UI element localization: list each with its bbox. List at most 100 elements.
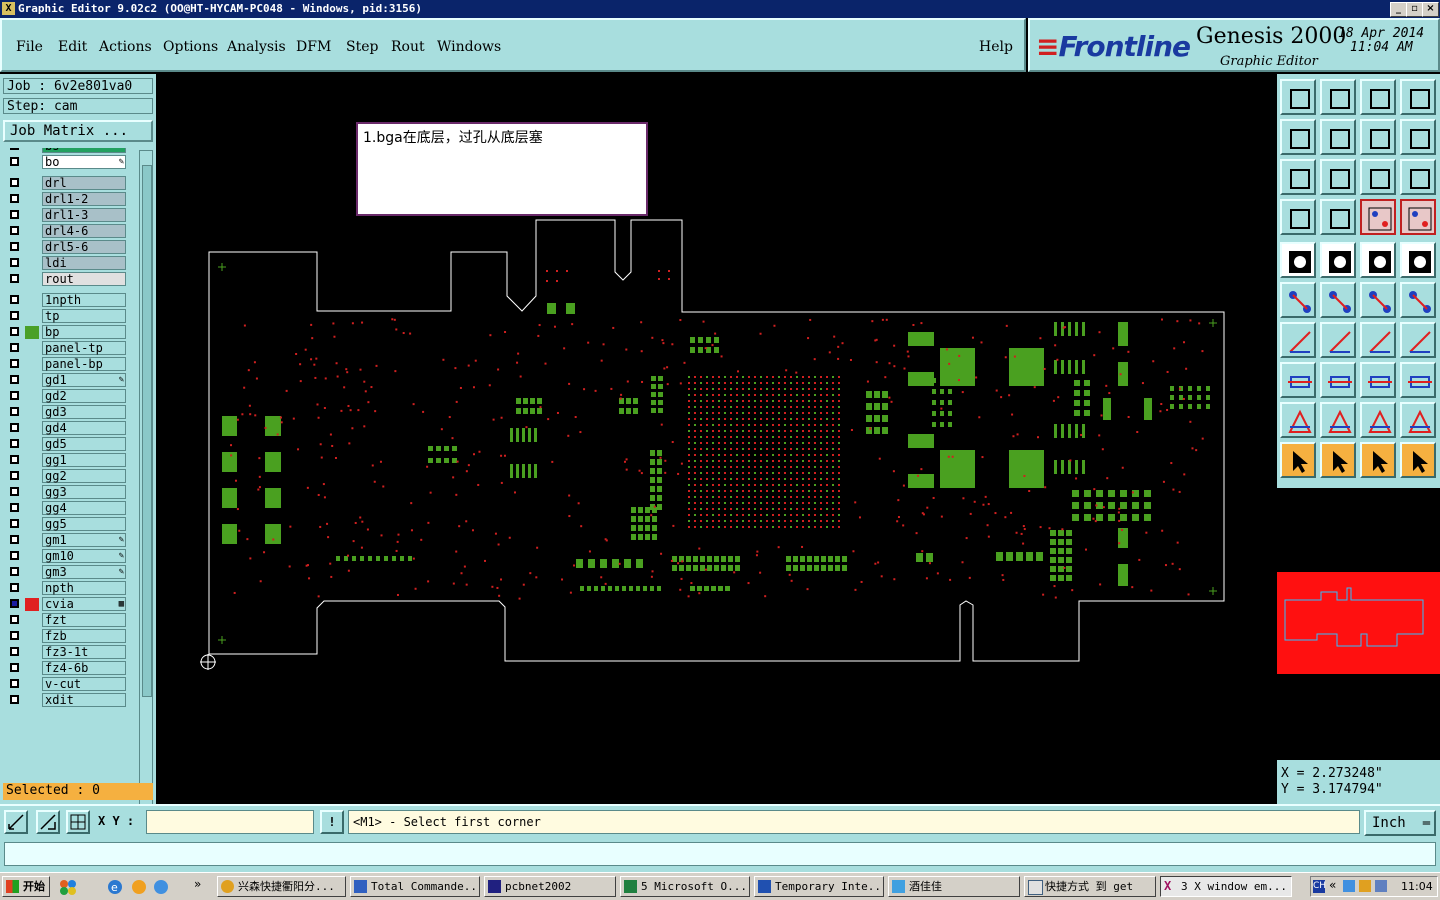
layer-row-gd3[interactable]: gd3	[6, 405, 130, 419]
layer-name[interactable]: fz3-1t	[42, 645, 126, 659]
xy-input[interactable]	[146, 810, 314, 834]
pointer2-icon[interactable]	[1320, 442, 1356, 478]
home-icon[interactable]	[1360, 79, 1396, 115]
move-icon[interactable]	[1280, 362, 1316, 398]
start-button[interactable]: 开始	[2, 876, 50, 897]
menu-edit[interactable]: Edit	[58, 39, 87, 55]
layer-checkbox[interactable]	[10, 695, 19, 704]
layer-checkbox[interactable]	[10, 647, 19, 656]
layer-row-tp[interactable]: tp	[6, 309, 130, 323]
layer-color-swatch[interactable]	[25, 598, 39, 611]
layer-checkbox[interactable]	[10, 343, 19, 352]
layer-checkbox[interactable]	[10, 471, 19, 480]
menu-actions[interactable]: Actions	[99, 39, 152, 55]
layer-name[interactable]: panel-bp	[42, 357, 126, 371]
globe-icon[interactable]	[152, 878, 170, 896]
fill-icon[interactable]	[1280, 242, 1316, 278]
layer-name[interactable]: bo ✎	[42, 155, 126, 169]
window-icon[interactable]	[1400, 79, 1436, 115]
layer-name[interactable]: v-cut	[42, 677, 126, 691]
close-button[interactable]: ×	[1422, 2, 1439, 17]
layer-row-bp[interactable]: bp	[6, 325, 130, 339]
layer-color-swatch[interactable]	[25, 326, 39, 339]
task-button-4[interactable]: 5 Microsoft O...	[620, 876, 750, 897]
minimize-button[interactable]: _	[1390, 2, 1407, 17]
triangle-icon[interactable]	[1280, 402, 1316, 438]
browser-icon[interactable]	[130, 878, 148, 896]
layer-name[interactable]: bp	[42, 325, 126, 339]
display-icon[interactable]	[1375, 880, 1387, 892]
center-icon[interactable]	[1320, 159, 1356, 195]
layer-name[interactable]: gm10 ✎	[42, 549, 126, 563]
task-button-8[interactable]: X3 X window em...	[1160, 876, 1292, 897]
layer-name[interactable]: gg5	[42, 517, 126, 531]
menu-step[interactable]: Step	[346, 39, 378, 55]
network-icon[interactable]	[1343, 880, 1355, 892]
layer-name[interactable]: cvia ▦	[42, 597, 126, 611]
layer-name[interactable]: drl5-6	[42, 240, 126, 254]
layer-checkbox[interactable]	[10, 535, 19, 544]
task-button-7[interactable]: 快捷方式 到 get	[1024, 876, 1156, 897]
layer-checkbox[interactable]	[10, 455, 19, 464]
copy-icon[interactable]	[1400, 362, 1436, 398]
app-quicklaunch-icon[interactable]	[58, 878, 78, 896]
pad-icon[interactable]	[1320, 242, 1356, 278]
layer-checkbox[interactable]	[10, 551, 19, 560]
layer-row-gd4[interactable]: gd4	[6, 421, 130, 435]
layer-row-panel-bp[interactable]: panel-bp	[6, 357, 130, 371]
graphic-canvas[interactable]: 1.bga在底层，过孔从底层塞	[157, 74, 1276, 804]
layer-row-gg4[interactable]: gg4	[6, 501, 130, 515]
menu-analysis[interactable]: Analysis	[227, 39, 286, 55]
layer-name[interactable]: gd2	[42, 389, 126, 403]
layer-row-bo[interactable]: bo ✎	[6, 155, 130, 169]
layer-checkbox[interactable]	[10, 567, 19, 576]
net-pointer-icon[interactable]	[1400, 442, 1436, 478]
layer-row-npth[interactable]: npth	[6, 581, 130, 595]
cross-icon[interactable]	[1320, 282, 1356, 318]
ie-icon[interactable]: e	[106, 878, 124, 896]
layer-name[interactable]: panel-tp	[42, 341, 126, 355]
minus-icon[interactable]	[1320, 362, 1356, 398]
layer-row-gd5[interactable]: gd5	[6, 437, 130, 451]
layer-checkbox[interactable]	[10, 178, 19, 187]
stretch-icon[interactable]	[1360, 362, 1396, 398]
layer-checkbox[interactable]	[10, 311, 19, 320]
job-matrix-button[interactable]: Job Matrix ...	[3, 120, 153, 142]
layer-name[interactable]: gm3 ✎	[42, 565, 126, 579]
layer-checkbox[interactable]	[10, 679, 19, 688]
dot-icon[interactable]	[1400, 242, 1436, 278]
unit-selector[interactable]: Inch ═	[1364, 810, 1436, 836]
layer-checkbox[interactable]	[10, 327, 19, 336]
fit-icon[interactable]	[1280, 159, 1316, 195]
layer-name[interactable]: gg4	[42, 501, 126, 515]
zoom-out-icon[interactable]	[1320, 119, 1356, 155]
layer-name[interactable]: rout	[42, 272, 126, 286]
layer-row-drl5-6[interactable]: drl5-6	[6, 240, 130, 254]
layer-checkbox[interactable]	[10, 157, 19, 166]
tools-icon[interactable]	[1280, 199, 1316, 235]
layer-row-xdit[interactable]: xdit	[6, 693, 130, 707]
layer-checkbox[interactable]	[10, 295, 19, 304]
layer-row-gg1[interactable]: gg1	[6, 453, 130, 467]
layer-checkbox[interactable]	[10, 599, 19, 608]
layer-checkbox[interactable]	[10, 663, 19, 672]
layer-checkbox[interactable]	[10, 519, 19, 528]
layer-checkbox[interactable]	[10, 503, 19, 512]
layer-row-bs[interactable]: bs	[6, 148, 130, 153]
layer-checkbox[interactable]	[10, 615, 19, 624]
layer-name[interactable]: gd3	[42, 405, 126, 419]
task-button-2[interactable]: Total Commande...	[350, 876, 480, 897]
layer-checkbox[interactable]	[10, 375, 19, 384]
alert-button[interactable]: !	[320, 810, 344, 834]
layer-checkbox[interactable]	[10, 226, 19, 235]
layer-name[interactable]: 1npth	[42, 293, 126, 307]
layer-row-drl4-6[interactable]: drl4-6	[6, 224, 130, 238]
pcb-board-view[interactable]	[157, 74, 1276, 804]
measure-icon[interactable]	[36, 810, 60, 834]
layer-checkbox[interactable]	[10, 210, 19, 219]
layer-name[interactable]: drl1-2	[42, 192, 126, 206]
layer-row-gm10[interactable]: gm10 ✎	[6, 549, 130, 563]
a-icon[interactable]	[1320, 402, 1356, 438]
menu-options[interactable]: Options	[163, 39, 218, 55]
layer-name[interactable]: bs	[42, 148, 126, 153]
